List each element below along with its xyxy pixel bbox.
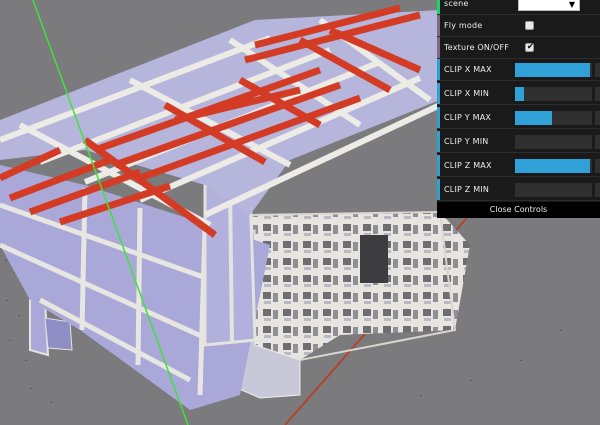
slider-fill [515, 63, 590, 77]
clip-z-min-label: CLIP Z MIN [444, 185, 490, 194]
texture-checkbox[interactable]: ✔ [525, 42, 535, 52]
clip-y-max-number[interactable] [595, 111, 600, 125]
clip-z-min-row: CLIP Z MIN [437, 179, 600, 201]
checkmark-icon: ✔ [526, 42, 535, 52]
texture-row: Texture ON/OFF ✔ [437, 37, 600, 59]
slider-fill [515, 87, 525, 101]
clip-y-max-slider[interactable] [515, 111, 592, 125]
clip-x-max-slider[interactable] [515, 63, 592, 77]
clip-y-max-row: CLIP Y MAX [437, 107, 600, 129]
controls-panel: scene ▼ Fly mode Texture ON/OFF ✔ CLIP X… [437, 0, 600, 218]
row-accent [437, 15, 440, 36]
row-accent [437, 155, 440, 176]
clip-z-min-number[interactable] [595, 183, 600, 197]
clip-y-min-slider[interactable] [515, 135, 592, 149]
clip-x-min-row: CLIP X MIN [437, 83, 600, 105]
row-accent [437, 0, 440, 14]
chevron-down-icon: ▼ [568, 0, 575, 9]
close-controls-button[interactable]: Close Controls [437, 202, 600, 218]
scene-label: scene [444, 0, 469, 8]
clip-x-max-label: CLIP X MAX [444, 65, 492, 74]
row-accent [437, 131, 440, 152]
row-accent [437, 179, 440, 200]
clip-z-max-label: CLIP Z MAX [444, 161, 492, 170]
clip-x-min-number[interactable] [595, 87, 600, 101]
row-accent [437, 37, 440, 58]
clip-x-max-row: CLIP X MAX [437, 59, 600, 81]
texture-label: Texture ON/OFF [444, 43, 510, 52]
fly-mode-label: Fly mode [444, 21, 483, 30]
clip-z-max-number[interactable] [595, 159, 600, 173]
scene-row: scene ▼ [437, 0, 600, 15]
clip-x-max-number[interactable] [595, 63, 600, 77]
row-accent [437, 59, 440, 80]
slider-fill [515, 159, 591, 173]
row-accent [437, 83, 440, 104]
clip-y-max-label: CLIP Y MAX [444, 113, 492, 122]
clip-y-min-row: CLIP Y MIN [437, 131, 600, 153]
slider-fill [515, 111, 552, 125]
fly-mode-row: Fly mode [437, 15, 600, 37]
fly-mode-checkbox[interactable] [525, 21, 534, 30]
scene-select[interactable]: ▼ [518, 0, 580, 11]
clip-x-min-slider[interactable] [515, 87, 592, 101]
clip-z-max-slider[interactable] [515, 159, 592, 173]
clip-z-max-row: CLIP Z MAX [437, 155, 600, 177]
row-accent [437, 107, 440, 128]
clip-x-min-label: CLIP X MIN [444, 89, 490, 98]
clip-y-min-label: CLIP Y MIN [444, 137, 489, 146]
clip-z-min-slider[interactable] [515, 183, 592, 197]
clip-y-min-number[interactable] [595, 135, 600, 149]
